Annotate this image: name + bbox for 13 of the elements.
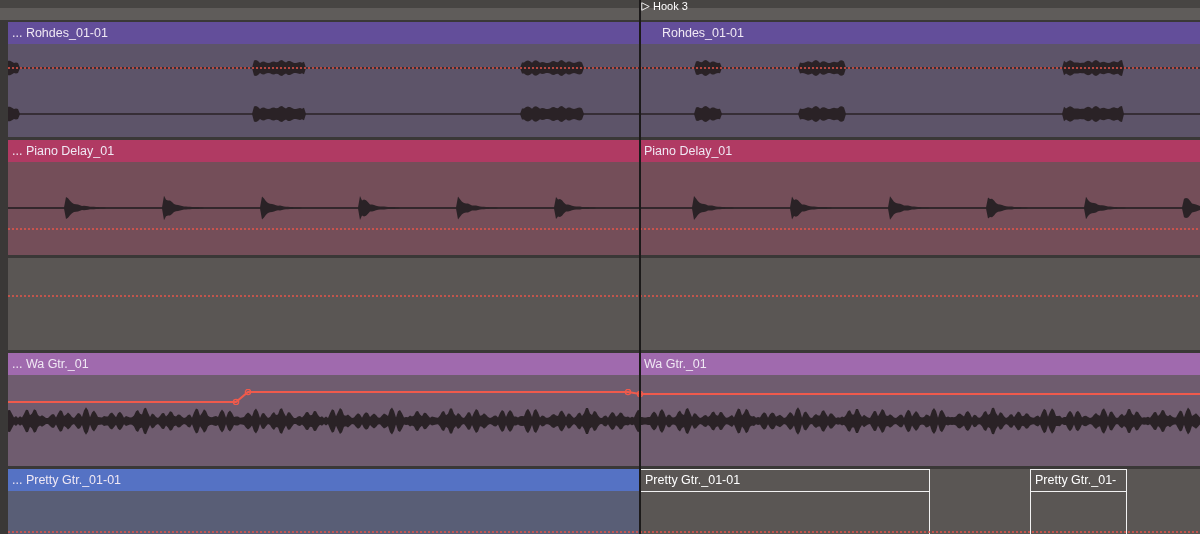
clip-name: ... Pretty Gtr._01-01 [8,469,640,491]
clip-name: Piano Delay_01 [640,140,1200,162]
clip-name: Rohdes_01-01 [658,22,1200,44]
audio-clip[interactable]: Pretty Gtr._01-01 [640,469,930,534]
clip-name: ... Wa Gtr._01 [8,353,640,375]
clip-name: Wa Gtr._01 [640,353,1200,375]
clip-name: ... Rohdes_01-01 [8,22,658,44]
clip-name: Pretty Gtr._01- [1031,470,1126,492]
audio-clip[interactable]: Pretty Gtr._01- [1030,469,1127,534]
locator-flag-icon[interactable] [641,1,650,11]
clip-name: Pretty Gtr._01-01 [641,470,929,492]
clip-name: ... Piano Delay_01 [8,140,640,162]
locator-label: Hook 3 [653,0,688,12]
